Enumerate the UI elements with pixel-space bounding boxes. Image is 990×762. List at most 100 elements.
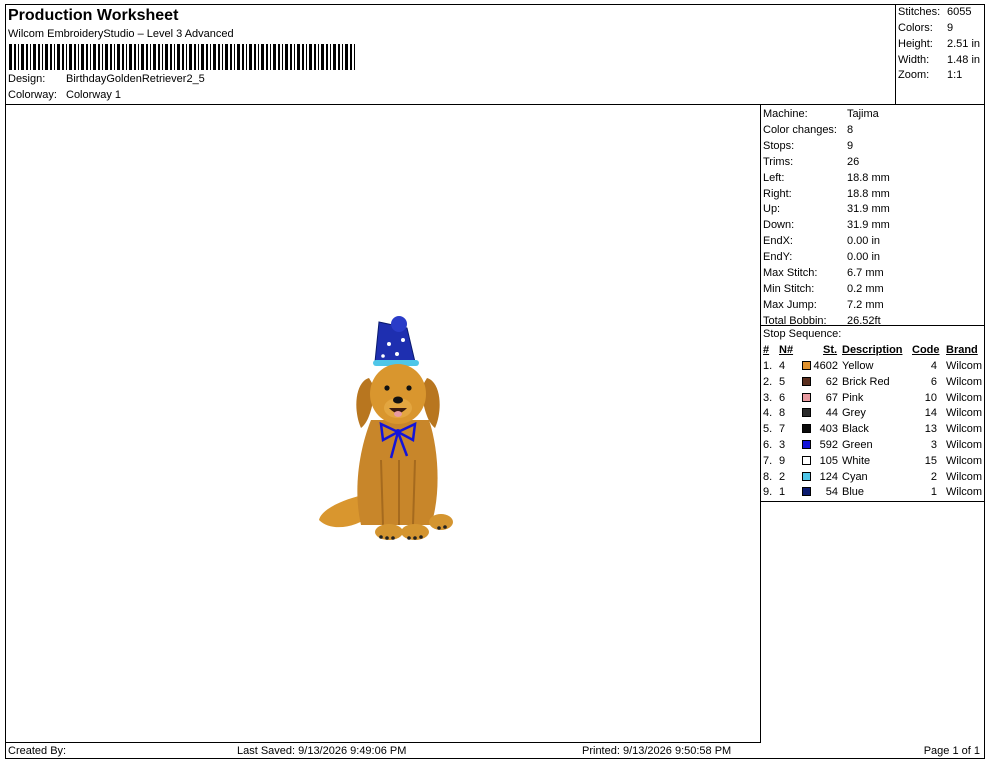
machine-info-label: Down: xyxy=(763,219,795,232)
stitches-label: Stitches: xyxy=(898,6,941,18)
needle-num: 1 xyxy=(779,486,786,499)
machine-info-label: EndX: xyxy=(763,235,793,248)
color-swatch xyxy=(802,376,811,386)
machine-info-value: Tajima xyxy=(847,108,879,120)
stop-num: 2. xyxy=(763,375,773,388)
needle-num: 4 xyxy=(779,360,786,372)
col-code-header: Code xyxy=(912,344,940,356)
table-row: 1. 4 4602 Yellow 4 Wilcom xyxy=(761,358,984,374)
machine-info-value: 0.00 in xyxy=(847,251,881,264)
stop-sequence-header: # N# St. Description Code Brand xyxy=(761,342,984,358)
needle-num: 6 xyxy=(779,391,786,404)
stitch-count: 67 xyxy=(825,391,838,404)
thread-brand: Wilcom xyxy=(946,454,983,467)
stitch-count: 403 xyxy=(819,423,838,436)
color-swatch xyxy=(802,487,811,497)
stop-num: 8. xyxy=(763,470,773,483)
thread-brand: Wilcom xyxy=(946,360,983,372)
width-row: Width: 1.48 in xyxy=(898,54,980,66)
stop-num: 7. xyxy=(763,454,773,467)
zoom-value: 1:1 xyxy=(947,69,963,81)
worksheet-header: Production Worksheet Wilcom EmbroiderySt… xyxy=(6,5,896,105)
machine-info-label: Trims: xyxy=(763,155,794,168)
height-row: Height: 2.51 in xyxy=(898,38,980,50)
machine-info-row: Up: 31.9 mm xyxy=(763,201,890,217)
thread-brand: Wilcom xyxy=(946,439,983,451)
needle-num: 8 xyxy=(779,407,786,420)
color-code: 13 xyxy=(924,423,937,436)
machine-info-value: 26 xyxy=(847,155,860,168)
col-n-header: N# xyxy=(779,344,794,356)
table-row: 5. 7 403 Black 13 Wilcom xyxy=(761,421,984,437)
col-brand-header: Brand xyxy=(946,344,978,356)
machine-info-row: EndX: 0.00 in xyxy=(763,233,880,249)
width-label: Width: xyxy=(898,54,930,66)
last-saved: Last Saved: 9/13/2026 9:49:06 PM xyxy=(237,745,407,757)
needle-num: 9 xyxy=(779,454,786,467)
stop-num: 3. xyxy=(763,391,773,404)
table-row: 8. 2 124 Cyan 2 Wilcom xyxy=(761,469,984,485)
table-row: 7. 9 105 White 15 Wilcom xyxy=(761,453,984,469)
machine-info-label: Right: xyxy=(763,187,792,200)
machine-info-row: Left: 18.8 mm xyxy=(763,170,890,186)
stitches-value: 6055 xyxy=(947,6,972,18)
thread-brand: Wilcom xyxy=(946,391,983,404)
machine-info-value: 31.9 mm xyxy=(847,219,890,232)
stitch-count: 44 xyxy=(825,407,838,420)
machine-info-value: 31.9 mm xyxy=(847,203,890,216)
machine-info-label: Machine: xyxy=(763,108,808,120)
thread-brand: Wilcom xyxy=(946,470,983,483)
machine-info-row: Color changes: 8 xyxy=(763,122,853,138)
machine-info-row: Trims: 26 xyxy=(763,154,859,170)
design-row: Design: BirthdayGoldenRetriever2_5 xyxy=(8,73,205,85)
stitch-count: 4602 xyxy=(813,360,838,372)
machine-info-label: Color changes: xyxy=(763,123,837,136)
colorway-row: Colorway: Colorway 1 xyxy=(8,89,121,101)
col-num-header: # xyxy=(763,344,770,356)
thread-brand: Wilcom xyxy=(946,486,983,499)
zoom-label: Zoom: xyxy=(898,69,930,81)
machine-info-label: Stops: xyxy=(763,139,795,152)
stop-num: 9. xyxy=(763,486,773,499)
height-value: 2.51 in xyxy=(947,38,981,50)
colors-value: 9 xyxy=(947,22,954,34)
created-by: Created By: xyxy=(8,745,67,757)
table-row: 4. 8 44 Grey 14 Wilcom xyxy=(761,405,984,421)
stop-num: 4. xyxy=(763,407,773,420)
color-swatch xyxy=(802,361,811,370)
design-value: BirthdayGoldenRetriever2_5 xyxy=(66,73,205,85)
design-summary: Stitches: 6055 Colors: 9 Height: 2.51 in Wi… xyxy=(896,5,984,105)
color-code: 6 xyxy=(930,375,937,388)
stitch-count: 62 xyxy=(825,375,838,388)
machine-info-value: 0.00 in xyxy=(847,235,881,248)
machine-info-value: 18.8 mm xyxy=(847,187,890,200)
needle-num: 5 xyxy=(779,375,786,388)
machine-info-row: Right: 18.8 mm xyxy=(763,186,890,202)
printed-date: Printed: 9/13/2026 9:50:58 PM xyxy=(582,745,732,757)
stitch-count: 54 xyxy=(825,486,838,499)
color-swatch xyxy=(802,471,811,481)
machine-info-label: Left: xyxy=(763,171,785,184)
design-label: Design: xyxy=(8,73,46,85)
machine-info-row: Machine: Tajima xyxy=(763,106,879,122)
color-description: Blue xyxy=(842,486,865,499)
needle-num: 3 xyxy=(779,439,786,451)
machine-info-row: Down: 31.9 mm xyxy=(763,217,890,233)
machine-info-row: Stops: 9 xyxy=(763,138,853,154)
machine-info-value: 8 xyxy=(847,123,854,136)
color-code: 15 xyxy=(924,454,937,467)
width-value: 1.48 in xyxy=(947,54,981,66)
design-preview-canvas xyxy=(6,105,761,743)
page-title: Production Worksheet xyxy=(8,7,179,24)
worksheet-frame: Production Worksheet Wilcom EmbroiderySt… xyxy=(5,4,985,759)
color-description: Cyan xyxy=(842,470,868,483)
table-row: 2. 5 62 Brick Red 6 Wilcom xyxy=(761,374,984,390)
machine-info-label: Max Jump: xyxy=(763,298,817,311)
thread-brand: Wilcom xyxy=(946,423,983,436)
color-swatch xyxy=(802,408,811,418)
color-description: Grey xyxy=(842,407,866,420)
machine-info-label: Max Stitch: xyxy=(763,267,818,279)
color-code: 14 xyxy=(924,407,937,420)
color-code: 4 xyxy=(930,360,937,372)
color-description: Yellow xyxy=(842,360,874,372)
